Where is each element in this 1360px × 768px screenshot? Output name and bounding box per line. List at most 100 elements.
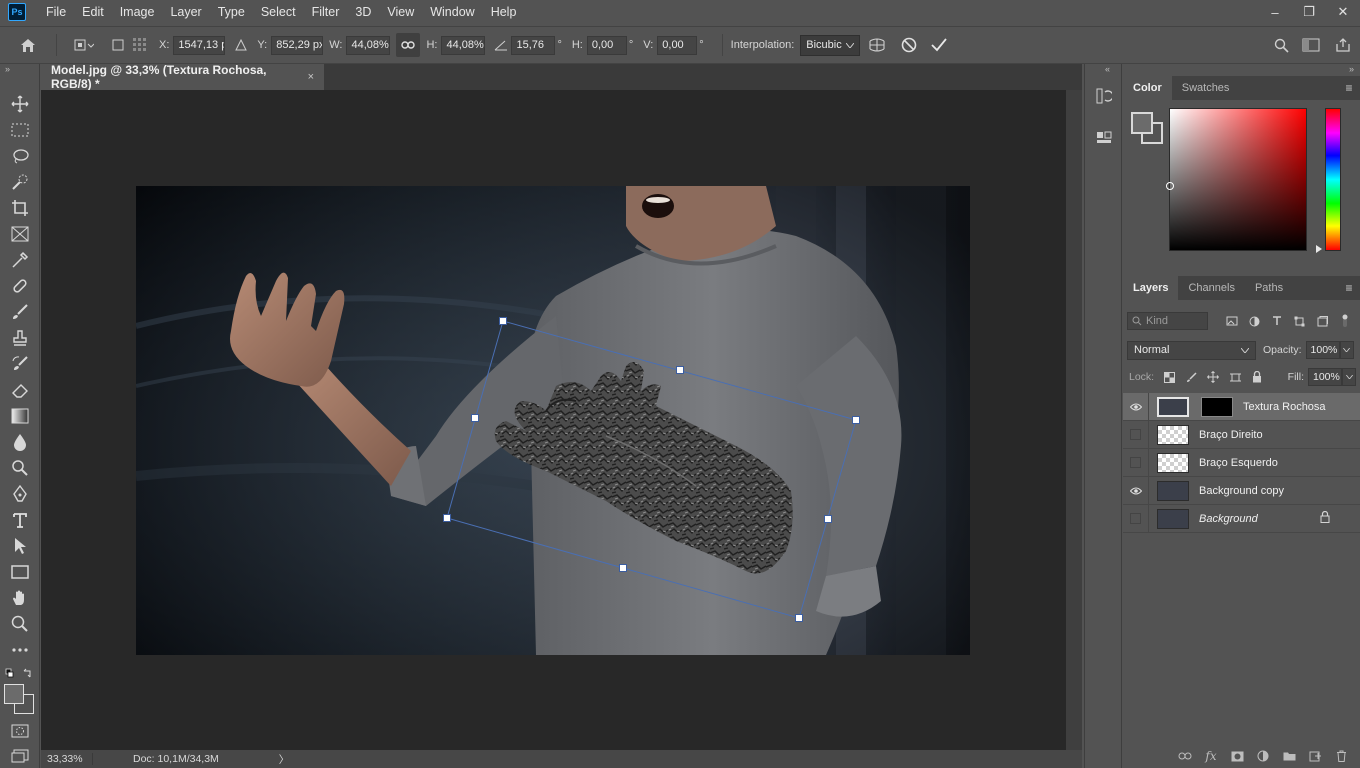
eraser-tool-icon[interactable] [8, 379, 32, 401]
status-menu-arrow-icon[interactable]: 〉 [279, 752, 290, 767]
transform-handle-bottom-left[interactable] [443, 514, 451, 522]
reference-checkbox-icon[interactable] [107, 39, 129, 51]
lock-image-pixels-icon[interactable] [1180, 371, 1202, 383]
document-canvas[interactable] [136, 186, 970, 655]
menu-edit[interactable]: Edit [74, 0, 112, 24]
layer-thumbnail[interactable] [1157, 480, 1189, 501]
zoom-level[interactable]: 33,33% [41, 753, 93, 765]
link-aspect-icon[interactable] [396, 33, 421, 57]
menu-image[interactable]: Image [112, 0, 163, 24]
crop-tool-icon[interactable] [8, 197, 32, 219]
visibility-eye-icon[interactable] [1123, 476, 1149, 505]
menu-help[interactable]: Help [483, 0, 525, 24]
layer-row-braco-direito[interactable]: Braço Direito [1123, 420, 1360, 449]
reference-point-icon[interactable] [65, 37, 101, 53]
menu-3d[interactable]: 3D [347, 0, 379, 24]
frame-tool-icon[interactable] [8, 223, 32, 245]
more-tools-icon[interactable] [8, 639, 32, 661]
restore-button[interactable]: ❐ [1292, 0, 1326, 24]
gradient-tool-icon[interactable] [8, 405, 32, 427]
visibility-toggle-off[interactable] [1123, 504, 1149, 533]
add-mask-icon[interactable] [1224, 751, 1250, 762]
layer-style-fx-icon[interactable]: fx [1198, 749, 1224, 763]
filter-toggle-icon[interactable] [1334, 314, 1356, 328]
delete-layer-icon[interactable] [1328, 750, 1354, 762]
rectangle-tool-icon[interactable] [8, 561, 32, 583]
link-layers-icon[interactable] [1172, 752, 1198, 760]
color-picker-field[interactable] [1166, 108, 1307, 251]
warp-mode-icon[interactable] [860, 37, 894, 53]
collapse-panels-icon[interactable]: » [1349, 64, 1354, 74]
visibility-eye-icon[interactable] [1123, 392, 1149, 421]
layer-row-braco-esquerdo[interactable]: Braço Esquerdo [1123, 448, 1360, 477]
eyedropper-tool-icon[interactable] [8, 249, 32, 271]
close-document-icon[interactable]: × [308, 71, 314, 83]
commit-transform-icon[interactable] [924, 38, 954, 52]
color-picker-marker[interactable] [1166, 182, 1174, 190]
history-panel-icon[interactable] [1094, 86, 1114, 106]
tab-paths[interactable]: Paths [1245, 276, 1293, 300]
expand-dock-icon[interactable]: « [1105, 64, 1110, 74]
home-icon[interactable] [8, 38, 48, 53]
lock-all-icon[interactable] [1246, 371, 1268, 383]
layer-name[interactable]: Textura Rochosa [1243, 401, 1326, 413]
adjustment-layer-icon[interactable] [1250, 750, 1276, 762]
move-tool-icon[interactable] [8, 93, 32, 115]
width-field[interactable]: 44,08% [346, 35, 391, 55]
transform-bounding-box[interactable] [136, 186, 970, 655]
minimize-button[interactable]: – [1258, 0, 1292, 24]
hand-tool-icon[interactable] [8, 587, 32, 609]
new-group-icon[interactable] [1276, 751, 1302, 761]
filter-adjustment-icon[interactable] [1244, 316, 1266, 327]
search-icon[interactable] [1266, 38, 1296, 53]
tab-color[interactable]: Color [1123, 76, 1172, 100]
menu-file[interactable]: File [38, 0, 74, 24]
fill-field[interactable]: 100% [1308, 368, 1342, 386]
layer-name[interactable]: Background copy [1199, 485, 1284, 497]
reference-grid-icon[interactable] [129, 37, 151, 53]
canvas-area[interactable] [41, 90, 1066, 750]
visibility-toggle-off[interactable] [1123, 448, 1149, 477]
cancel-transform-icon[interactable] [894, 37, 924, 53]
transform-handle-top[interactable] [676, 366, 684, 374]
lock-transparent-pixels-icon[interactable] [1158, 371, 1180, 383]
quick-selection-tool-icon[interactable] [8, 171, 32, 193]
layer-thumbnail[interactable] [1157, 452, 1189, 473]
layer-row-textura-rochosa[interactable]: Textura Rochosa [1123, 392, 1360, 421]
dodge-tool-icon[interactable] [8, 457, 32, 479]
layer-thumbnail[interactable] [1157, 508, 1189, 529]
blend-mode-select[interactable]: Normal [1127, 340, 1256, 360]
tool-foreground-swatch[interactable] [4, 684, 24, 704]
layer-row-background-copy[interactable]: Background copy [1123, 476, 1360, 505]
transform-handle-right[interactable] [824, 515, 832, 523]
layer-name[interactable]: Braço Direito [1199, 429, 1263, 441]
marquee-tool-icon[interactable] [8, 119, 32, 141]
workspace-icon[interactable] [1296, 38, 1326, 52]
clone-stamp-tool-icon[interactable] [8, 327, 32, 349]
screen-mode-icon[interactable] [8, 745, 32, 767]
x-position-field[interactable]: 1547,13 px [173, 35, 226, 55]
pen-tool-icon[interactable] [8, 483, 32, 505]
libraries-panel-icon[interactable] [1094, 126, 1114, 146]
filter-type-icon[interactable] [1266, 316, 1288, 326]
menu-layer[interactable]: Layer [162, 0, 209, 24]
brush-tool-icon[interactable] [8, 301, 32, 323]
healing-brush-tool-icon[interactable] [8, 275, 32, 297]
fill-dropdown-icon[interactable] [1342, 368, 1356, 386]
menu-type[interactable]: Type [210, 0, 253, 24]
vertical-scrollbar[interactable] [1066, 90, 1082, 750]
interpolation-select[interactable]: Bicubic [800, 34, 861, 56]
height-field[interactable]: 44,08% [441, 35, 486, 55]
color-panel-menu-icon[interactable]: ≡ [1338, 76, 1360, 100]
skew-h-field[interactable]: 0,00 [586, 35, 627, 55]
menu-view[interactable]: View [379, 0, 422, 24]
transform-handle-bottom-right[interactable] [795, 614, 803, 622]
layer-thumbnail[interactable] [1157, 424, 1189, 445]
layer-kind-filter[interactable]: Kind [1127, 312, 1209, 330]
default-colors-icon[interactable] [5, 668, 33, 682]
layer-row-background[interactable]: Background [1123, 504, 1360, 533]
tab-swatches[interactable]: Swatches [1172, 76, 1240, 100]
relative-position-icon[interactable] [231, 39, 251, 51]
close-window-button[interactable]: ✕ [1326, 0, 1360, 24]
rotate-angle-field[interactable]: 15,76 [511, 35, 556, 55]
